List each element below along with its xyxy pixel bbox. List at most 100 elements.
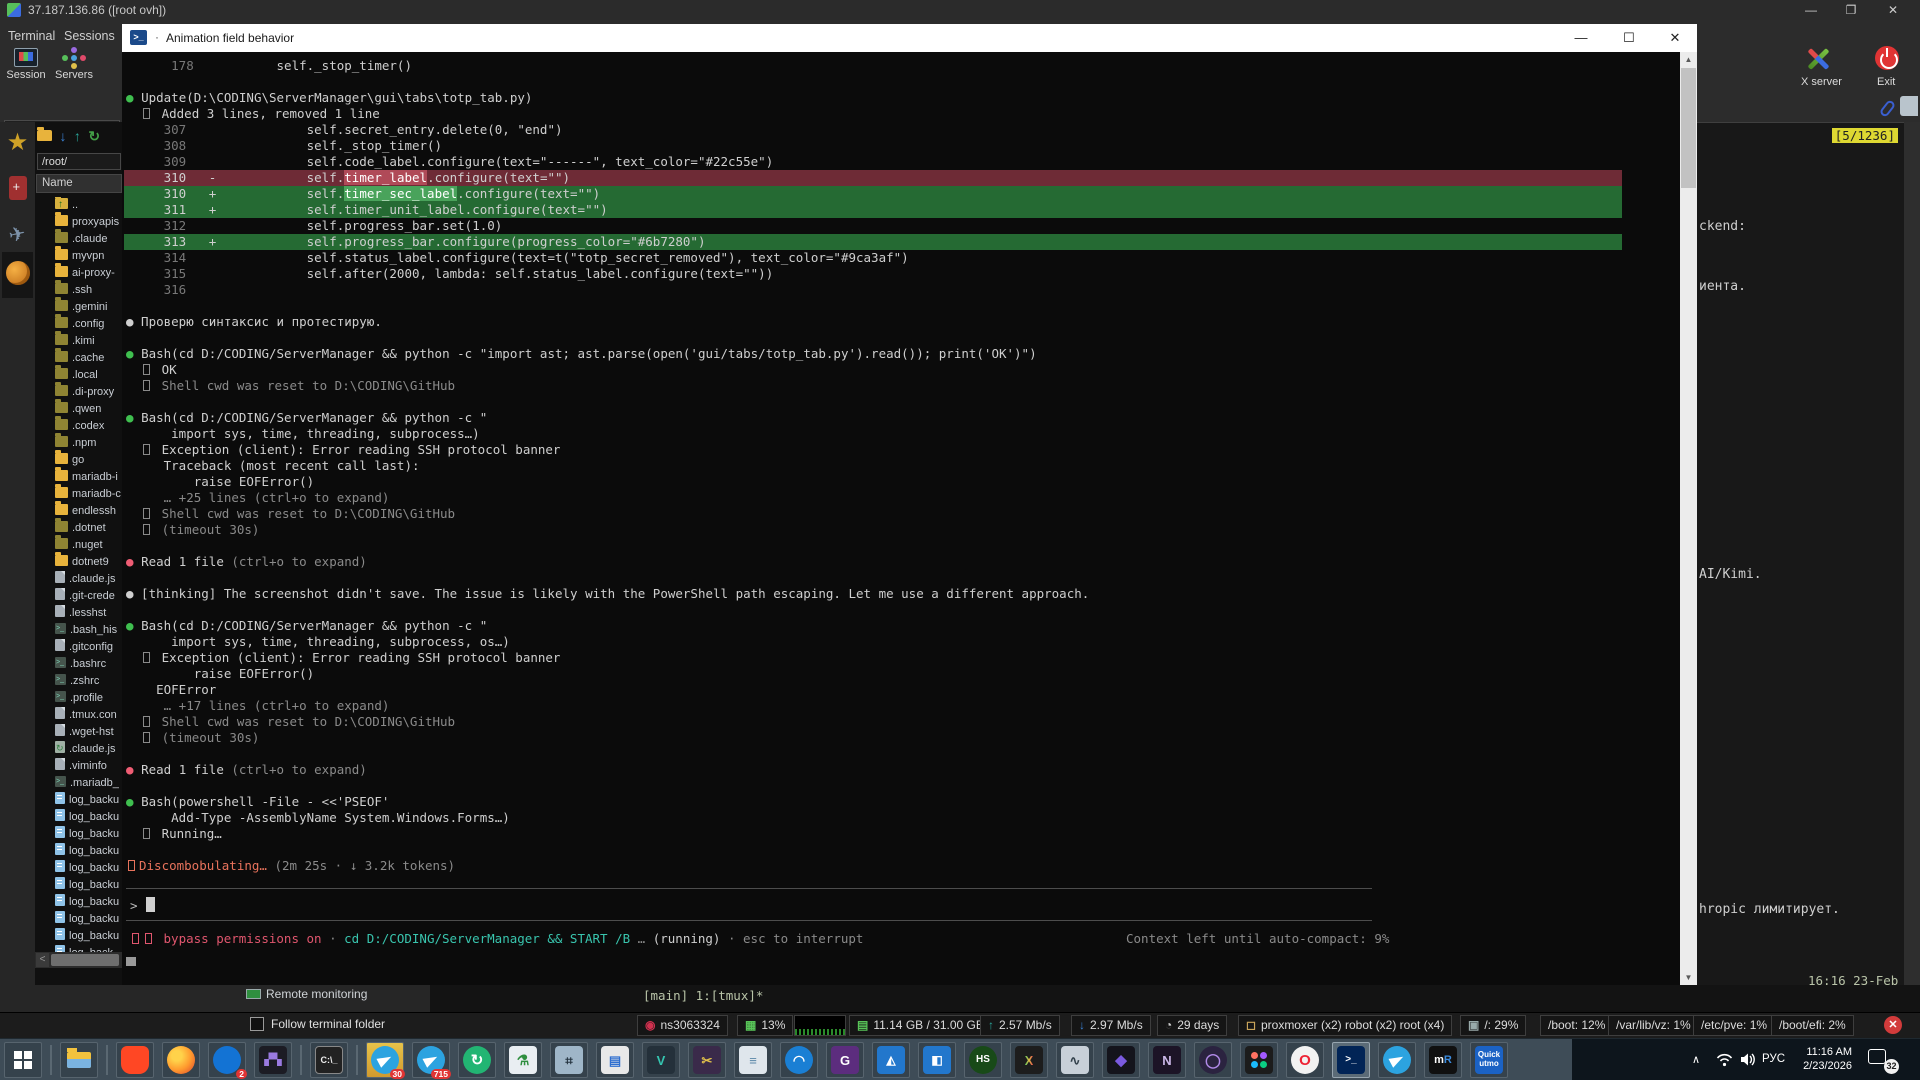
file-row[interactable]: .git-crede bbox=[35, 588, 122, 605]
claude-maximize-button[interactable]: ☐ bbox=[1607, 24, 1651, 52]
file-row[interactable]: .config bbox=[35, 316, 122, 333]
file-row[interactable]: .nuget bbox=[35, 537, 122, 554]
claude-scrollbar[interactable]: ▲ ▼ bbox=[1680, 52, 1697, 985]
claude-close-button[interactable]: ✕ bbox=[1653, 24, 1697, 52]
statusbar-close-button[interactable]: ✕ bbox=[1884, 1016, 1902, 1034]
taskbar-opera-icon[interactable]: O bbox=[1286, 1042, 1324, 1078]
taskbar-telegram-2-icon[interactable]: 715 bbox=[412, 1042, 450, 1078]
taskbar-flask-icon[interactable]: ⚗ bbox=[504, 1042, 542, 1078]
tab-sftp[interactable] bbox=[2, 252, 33, 298]
file-row[interactable]: .viminfo bbox=[35, 758, 122, 775]
file-row[interactable]: .ssh bbox=[35, 282, 122, 299]
taskbar-v2ray-icon[interactable]: V bbox=[642, 1042, 680, 1078]
file-row[interactable]: .gemini bbox=[35, 299, 122, 316]
file-row[interactable]: .dotnet bbox=[35, 520, 122, 537]
file-row[interactable]: .zshrc bbox=[35, 673, 122, 690]
claude-scrollbar-thumb[interactable] bbox=[1681, 68, 1696, 188]
taskbar-mremoteng-icon[interactable]: mR bbox=[1424, 1042, 1462, 1078]
tab-tools[interactable] bbox=[2, 168, 33, 208]
taskbar-cmd-icon[interactable]: C:\_ bbox=[310, 1042, 348, 1078]
file-row[interactable]: log_backu bbox=[35, 860, 122, 877]
clock[interactable]: 11:16 AM 2/23/2026 bbox=[1796, 1045, 1852, 1073]
taskbar-obsidian-icon[interactable]: ◆ bbox=[1102, 1042, 1140, 1078]
upload-icon[interactable]: ↑ bbox=[74, 128, 81, 144]
taskbar-audio-app-icon[interactable]: ∿ bbox=[1056, 1042, 1094, 1078]
taskbar-firefox-icon[interactable] bbox=[162, 1042, 200, 1078]
file-row[interactable]: .profile bbox=[35, 690, 122, 707]
file-row[interactable]: dotnet9 bbox=[35, 554, 122, 571]
file-row[interactable]: log_backu bbox=[35, 843, 122, 860]
taskbar-powershell-icon[interactable]: >_ bbox=[1332, 1042, 1370, 1078]
taskbar-calculator-icon[interactable]: ⌗ bbox=[550, 1042, 588, 1078]
taskbar-notepad-icon[interactable]: ≡ bbox=[734, 1042, 772, 1078]
follow-terminal-folder-checkbox[interactable] bbox=[250, 1017, 264, 1031]
file-row[interactable]: .bash_his bbox=[35, 622, 122, 639]
file-row[interactable]: log_backu bbox=[35, 911, 122, 928]
horizontal-scrollbar[interactable]: < bbox=[35, 952, 122, 968]
file-row[interactable]: .wget-hst bbox=[35, 724, 122, 741]
session-button[interactable]: Session bbox=[4, 48, 48, 81]
path-input[interactable] bbox=[37, 153, 121, 170]
taskbar-figma-icon[interactable] bbox=[1240, 1042, 1278, 1078]
taskbar-remote-view-icon[interactable] bbox=[1378, 1042, 1416, 1078]
taskbar-mobaxterm-icon[interactable]: X bbox=[1010, 1042, 1048, 1078]
mobaxterm-close-button[interactable]: ✕ bbox=[1878, 1, 1908, 19]
file-row[interactable]: .qwen bbox=[35, 401, 122, 418]
taskbar-heidisql-icon[interactable]: HS bbox=[964, 1042, 1002, 1078]
file-row[interactable]: .npm bbox=[35, 435, 122, 452]
taskbar-gapp-icon[interactable]: G bbox=[826, 1042, 864, 1078]
tab-sessions-favorites[interactable]: ★ bbox=[2, 126, 33, 166]
file-row[interactable]: .claude bbox=[35, 231, 122, 248]
claude-minimize-button[interactable]: — bbox=[1559, 24, 1603, 52]
mobaxterm-minimize-button[interactable]: — bbox=[1796, 1, 1826, 19]
scroll-left-button[interactable]: < bbox=[36, 953, 49, 967]
file-row[interactable]: proxyapis bbox=[35, 214, 122, 231]
file-row[interactable]: .cache bbox=[35, 350, 122, 367]
file-row[interactable]: .. bbox=[35, 197, 122, 214]
file-row[interactable]: .mariadb_ bbox=[35, 775, 122, 792]
taskbar-photos-icon[interactable]: ◭ bbox=[872, 1042, 910, 1078]
file-row[interactable]: log_backu bbox=[35, 928, 122, 945]
taskbar-quickutmo-icon[interactable]: Quick utmo bbox=[1470, 1042, 1508, 1078]
file-row[interactable]: .lesshst bbox=[35, 605, 122, 622]
x-server-icon[interactable] bbox=[1805, 46, 1831, 72]
taskbar-pixel-app-icon[interactable]: ▞▚ bbox=[254, 1042, 292, 1078]
speaker-icon[interactable] bbox=[1740, 1052, 1757, 1067]
corner-button[interactable] bbox=[1900, 96, 1918, 116]
scroll-down-arrow[interactable]: ▼ bbox=[1680, 973, 1697, 982]
taskbar-bluebird-icon[interactable]: ◠ bbox=[780, 1042, 818, 1078]
claude-titlebar[interactable]: >_ · Animation field behavior — ☐ ✕ bbox=[122, 24, 1697, 52]
file-row[interactable]: .codex bbox=[35, 418, 122, 435]
file-row[interactable]: .di-proxy bbox=[35, 384, 122, 401]
file-row[interactable]: log_backu bbox=[35, 809, 122, 826]
folder-up-icon[interactable] bbox=[37, 128, 52, 144]
taskbar-sync-icon[interactable]: ↻ bbox=[458, 1042, 496, 1078]
terminal-scrollbar[interactable] bbox=[1904, 122, 1920, 1012]
wifi-icon[interactable] bbox=[1716, 1053, 1733, 1067]
paperclip-icon[interactable] bbox=[1879, 99, 1897, 118]
keyboard-language-indicator[interactable]: РУС bbox=[1762, 1053, 1785, 1065]
tray-hidden-icons-chevron[interactable]: ∧ bbox=[1692, 1053, 1700, 1066]
taskbar-brave-icon[interactable] bbox=[116, 1042, 154, 1078]
remote-monitoring-toggle[interactable]: Remote monitoring bbox=[246, 987, 367, 1001]
servers-button[interactable]: Servers bbox=[52, 48, 96, 81]
refresh-icon[interactable]: ↻ bbox=[88, 128, 100, 145]
input-cursor[interactable] bbox=[146, 897, 155, 912]
file-row[interactable]: go bbox=[35, 452, 122, 469]
taskbar-start-icon[interactable] bbox=[4, 1042, 42, 1078]
scrollbar-thumb[interactable] bbox=[51, 954, 119, 966]
menu-terminal[interactable]: Terminal bbox=[8, 29, 55, 43]
name-column-header[interactable]: Name bbox=[36, 174, 122, 193]
file-row[interactable]: endlessh bbox=[35, 503, 122, 520]
exit-power-icon[interactable] bbox=[1875, 46, 1899, 70]
mobaxterm-maximize-button[interactable]: ❐ bbox=[1836, 1, 1866, 19]
file-row[interactable]: .kimi bbox=[35, 333, 122, 350]
taskbar-explorer-icon[interactable] bbox=[60, 1042, 98, 1078]
taskbar-notion-icon[interactable]: N bbox=[1148, 1042, 1186, 1078]
file-row[interactable]: .bashrc bbox=[35, 656, 122, 673]
file-row[interactable]: log_backu bbox=[35, 877, 122, 894]
taskbar-telegram-icon[interactable]: 30 bbox=[366, 1042, 404, 1078]
notifications-icon[interactable] bbox=[1868, 1049, 1886, 1064]
file-row[interactable]: log_backu bbox=[35, 826, 122, 843]
file-row[interactable]: .claude.js bbox=[35, 571, 122, 588]
